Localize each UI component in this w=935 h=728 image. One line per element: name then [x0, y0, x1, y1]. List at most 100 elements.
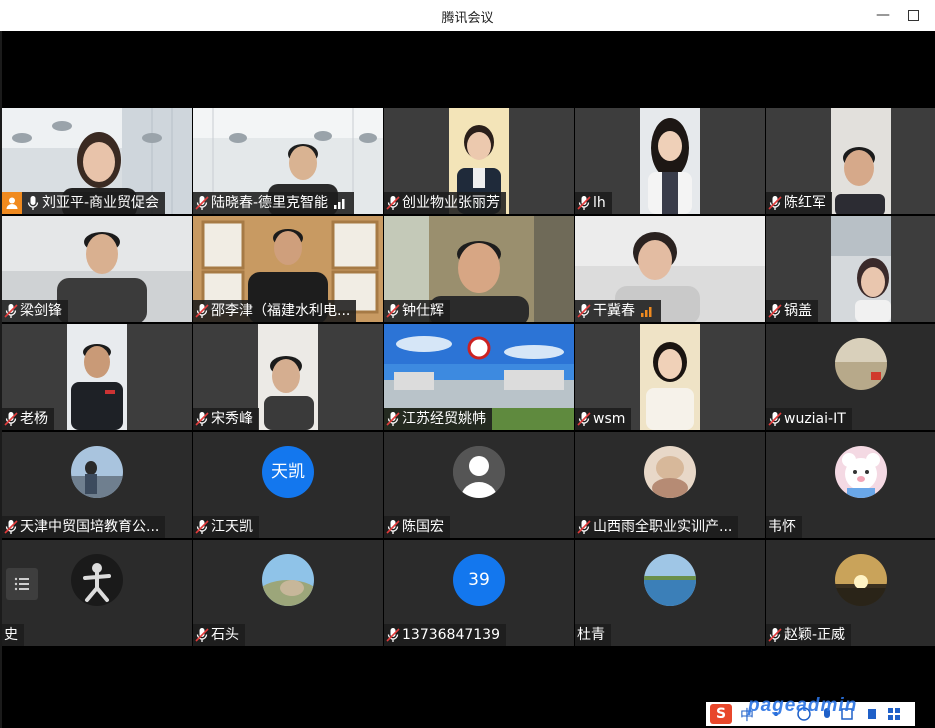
participant-name: wsm [593, 411, 626, 427]
mic-muted-icon [386, 412, 400, 426]
participant-nameplate: 13736847139 [384, 624, 506, 646]
participant-name: 江苏经贸姚帏 [402, 411, 486, 427]
participant-tile[interactable]: 老杨 [2, 324, 192, 430]
avatar-image [835, 338, 887, 390]
mic-muted-icon [768, 628, 782, 642]
participant-nameplate: 老杨 [2, 408, 54, 430]
participant-video [640, 324, 700, 430]
participant-name: 宋秀峰 [211, 411, 253, 427]
participant-tile[interactable]: 邵李津（福建水利电... [193, 216, 383, 322]
participant-name: 创业物业张丽芳 [402, 195, 500, 211]
mic-muted-icon [386, 628, 400, 642]
participant-name: 江天凯 [211, 519, 253, 535]
participant-name: 陆晓春-德里克智能 [211, 195, 329, 211]
participant-tile[interactable]: wuziai-IT [766, 324, 935, 430]
avatar-image [644, 446, 696, 498]
participant-tile[interactable]: 杜青 [575, 540, 765, 646]
participant-tile[interactable]: lh [575, 108, 765, 214]
participant-tile[interactable]: 创业物业张丽芳 [384, 108, 574, 214]
minimize-button[interactable]: — [876, 8, 890, 22]
participant-tile[interactable]: 梁剑锋 [2, 216, 192, 322]
participant-name: 杜青 [577, 627, 605, 643]
participant-avatar [644, 446, 696, 498]
bear-avatar-icon [835, 446, 887, 498]
participant-name: 石头 [211, 627, 239, 643]
mic-muted-icon [195, 628, 209, 642]
mic-muted-icon [768, 304, 782, 318]
default-user-icon [453, 446, 505, 498]
participant-nameplate: 赵颖-正威 [766, 624, 852, 646]
participant-tile[interactable]: 宋秀峰 [193, 324, 383, 430]
participant-tile[interactable]: 锅盖 [766, 216, 935, 322]
participant-nameplate: 干冀春 [575, 300, 661, 322]
participant-name: 刘亚平-商业贸促会 [42, 195, 160, 211]
maximize-button[interactable] [906, 8, 920, 22]
participant-tile[interactable]: 江苏经贸姚帏 [384, 324, 574, 430]
avatar-image [644, 554, 696, 606]
window-title: 腾讯会议 [441, 11, 494, 26]
participant-name: 老杨 [20, 411, 48, 427]
participant-name: 13736847139 [402, 627, 500, 643]
mic-muted-icon [4, 304, 18, 318]
host-badge [2, 192, 22, 214]
participant-tile[interactable]: 干冀春 [575, 216, 765, 322]
participant-name: 陈红军 [784, 195, 826, 211]
participant-tile[interactable]: 石头 [193, 540, 383, 646]
participant-name: 山西雨全职业实训产... [593, 519, 733, 535]
participant-name: wuziai-IT [784, 411, 846, 427]
participant-nameplate: wuziai-IT [766, 408, 852, 430]
participant-nameplate: 创业物业张丽芳 [384, 192, 506, 214]
participant-nameplate: 陈国宏 [384, 516, 450, 538]
participant-tile[interactable]: 天津中贸国培教育公... [2, 432, 192, 538]
participant-tile[interactable]: 39 13736847139 [384, 540, 574, 646]
participant-nameplate: 钟仕辉 [384, 300, 450, 322]
participant-tile[interactable]: 陈国宏 [384, 432, 574, 538]
participant-name: 史 [4, 627, 18, 643]
participant-name: 陈国宏 [402, 519, 444, 535]
participant-name: 天津中贸国培教育公... [20, 519, 160, 535]
participant-nameplate: 刘亚平-商业贸促会 [2, 192, 166, 214]
participant-tile[interactable]: 钟仕辉 [384, 216, 574, 322]
signal-icon [641, 307, 652, 317]
participant-tile[interactable]: 史 [2, 540, 192, 646]
participant-nameplate: 天津中贸国培教育公... [2, 516, 166, 538]
title-bar: 腾讯会议 — [0, 0, 935, 31]
participant-avatar [262, 554, 314, 606]
mic-muted-icon [195, 412, 209, 426]
participant-nameplate: 梁剑锋 [2, 300, 68, 322]
participant-tile[interactable]: 韦怀 [766, 432, 935, 538]
participant-tile[interactable]: 山西雨全职业实训产... [575, 432, 765, 538]
participant-tile[interactable]: 陆晓春-德里克智能 [193, 108, 383, 214]
participant-tile[interactable]: 刘亚平-商业贸促会 [2, 108, 192, 214]
participant-nameplate: 史 [2, 624, 24, 646]
mic-muted-icon [768, 196, 782, 210]
participant-avatar [835, 338, 887, 390]
participant-name: 邵李津（福建水利电... [211, 303, 351, 319]
mic-muted-icon [577, 412, 591, 426]
participant-avatar [71, 554, 123, 606]
participant-avatar [644, 554, 696, 606]
participant-name: 梁剑锋 [20, 303, 62, 319]
mic-muted-icon [195, 196, 209, 210]
participant-nameplate: 江天凯 [193, 516, 259, 538]
participant-tile[interactable]: 赵颖-正威 [766, 540, 935, 646]
participant-nameplate: 锅盖 [766, 300, 818, 322]
participant-tile[interactable]: 陈红军 [766, 108, 935, 214]
maximize-icon [907, 10, 919, 21]
participant-video [831, 216, 891, 322]
participant-nameplate: lh [575, 192, 612, 214]
avatar-image [262, 554, 314, 606]
participant-tile[interactable]: wsm [575, 324, 765, 430]
mic-muted-icon [768, 412, 782, 426]
participant-video [67, 324, 127, 430]
avatar-image [835, 554, 887, 606]
avatar-image [71, 446, 123, 498]
mic-muted-icon [386, 520, 400, 534]
participant-nameplate: 山西雨全职业实训产... [575, 516, 739, 538]
menu-button[interactable] [6, 568, 38, 600]
avatar-image [71, 554, 123, 606]
participant-tile[interactable]: 天凯 江天凯 [193, 432, 383, 538]
participant-avatar [453, 446, 505, 498]
participant-avatar [71, 446, 123, 498]
sogou-ime-logo[interactable]: S [710, 704, 732, 724]
